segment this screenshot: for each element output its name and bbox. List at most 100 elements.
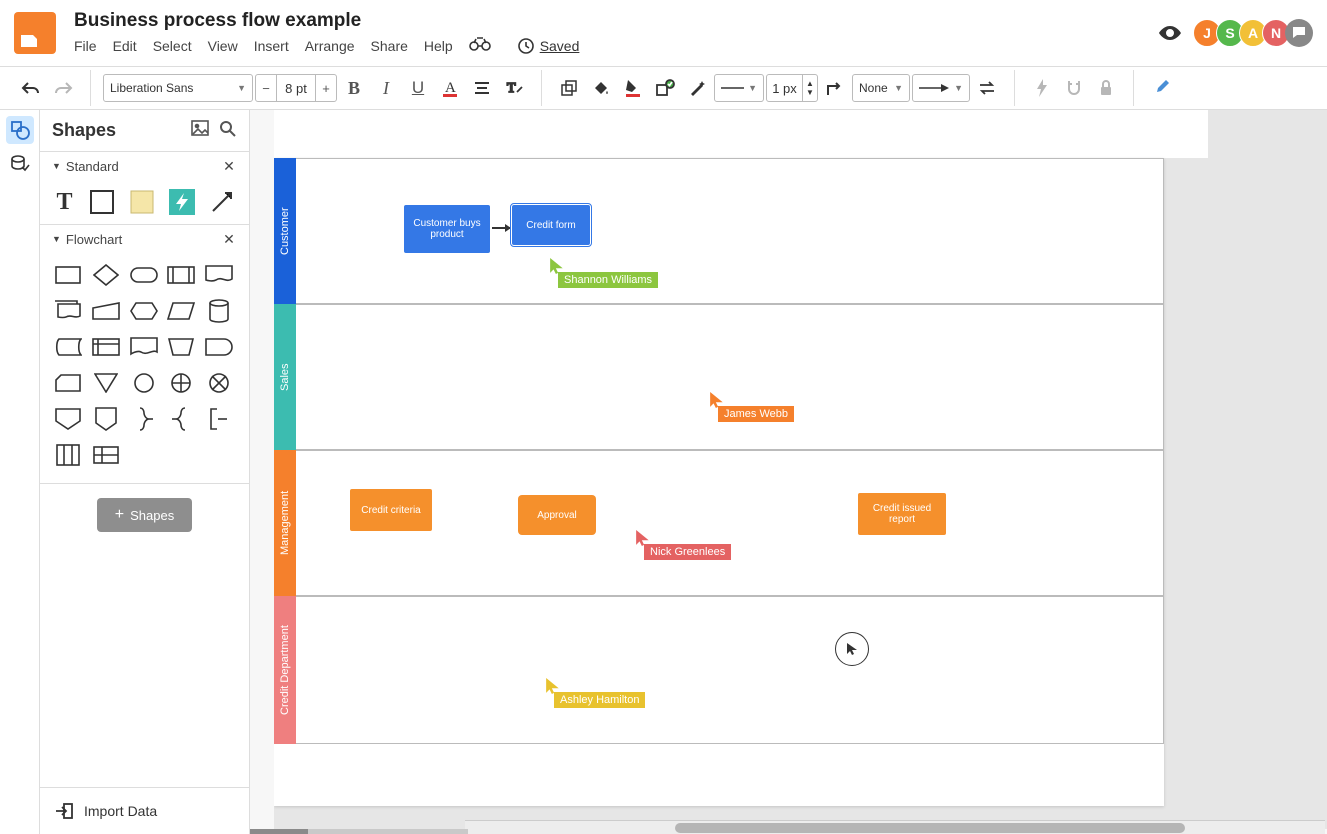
horizontal-scrollbar[interactable]: [465, 820, 1325, 834]
data-panel-tab[interactable]: [6, 150, 34, 178]
shape-terminator[interactable]: [130, 263, 158, 287]
comments-icon[interactable]: [1285, 19, 1313, 47]
apply-style-button[interactable]: [650, 73, 680, 103]
line-width-down[interactable]: ▼: [803, 88, 817, 97]
lock-button[interactable]: [1091, 73, 1121, 103]
shape-document[interactable]: [205, 263, 233, 287]
note-shape[interactable]: [129, 188, 155, 216]
menu-arrange[interactable]: Arrange: [305, 38, 355, 54]
line-width-up[interactable]: ▲: [803, 79, 817, 88]
undo-button[interactable]: [16, 73, 46, 103]
shape-database[interactable]: [205, 299, 233, 323]
shapes-panel-tab[interactable]: [6, 116, 34, 144]
bolt-button[interactable]: [1027, 73, 1057, 103]
highlight-button[interactable]: [618, 73, 648, 103]
menu-insert[interactable]: Insert: [254, 38, 289, 54]
magic-button[interactable]: [682, 73, 712, 103]
search-icon[interactable]: [219, 120, 237, 141]
document-title[interactable]: Business process flow example: [74, 10, 1156, 32]
swap-arrows-button[interactable]: [972, 73, 1002, 103]
arrow-end-select[interactable]: ▼: [912, 74, 970, 102]
page-tab-bar[interactable]: [308, 829, 468, 834]
save-status[interactable]: Saved: [517, 37, 580, 55]
shape-manual-op[interactable]: [167, 335, 195, 359]
add-shapes-button[interactable]: + Shapes: [97, 498, 192, 532]
shape-multidoc[interactable]: [54, 299, 82, 323]
font-size-decrease[interactable]: −: [256, 81, 276, 96]
connector-button[interactable]: [820, 73, 850, 103]
text-color-button[interactable]: A: [435, 73, 465, 103]
shape-predefined[interactable]: [167, 263, 195, 287]
shape-sum[interactable]: [205, 371, 233, 395]
align-button[interactable]: [467, 73, 497, 103]
text-shape[interactable]: T: [54, 188, 75, 216]
shape-connector[interactable]: [130, 371, 158, 395]
menu-edit[interactable]: Edit: [113, 38, 137, 54]
section-flowchart[interactable]: ▼Flowchart ✕: [40, 225, 249, 253]
redo-button[interactable]: [48, 73, 78, 103]
node-credit-criteria[interactable]: Credit criteria: [350, 489, 432, 531]
shape-extract[interactable]: [92, 371, 120, 395]
arrow-shape[interactable]: [209, 188, 235, 216]
import-data-button[interactable]: Import Data: [40, 787, 249, 834]
shape-stored[interactable]: [54, 335, 82, 359]
binoculars-icon[interactable]: [469, 35, 491, 56]
rect-shape[interactable]: [89, 188, 115, 216]
preview-icon[interactable]: [1156, 19, 1184, 47]
lane-customer[interactable]: Customer Customer buys product Credit fo…: [274, 158, 1164, 304]
bold-button[interactable]: B: [339, 73, 369, 103]
page[interactable]: Customer Customer buys product Credit fo…: [274, 158, 1164, 806]
lane-credit-dept[interactable]: Credit Department: [274, 596, 1164, 744]
node-approval[interactable]: Approval: [518, 495, 596, 535]
shape-data[interactable]: [167, 299, 195, 323]
lane-sales[interactable]: Sales: [274, 304, 1164, 450]
paint-bucket-button[interactable]: [586, 73, 616, 103]
shape-brace-l[interactable]: [167, 407, 195, 431]
fill-color-button[interactable]: [554, 73, 584, 103]
italic-button[interactable]: I: [371, 73, 401, 103]
shape-card[interactable]: [54, 371, 82, 395]
node-customer-buys[interactable]: Customer buys product: [404, 205, 490, 253]
shape-process[interactable]: [54, 263, 82, 287]
font-size-value[interactable]: 8 pt: [276, 75, 316, 101]
line-style-select[interactable]: ▼: [714, 74, 764, 102]
scrollbar-thumb[interactable]: [675, 823, 1185, 833]
shape-internal[interactable]: [92, 335, 120, 359]
section-standard[interactable]: ▼Standard ✕: [40, 152, 249, 180]
clear-format-button[interactable]: T: [499, 73, 529, 103]
close-icon[interactable]: ✕: [221, 158, 237, 174]
close-icon[interactable]: ✕: [221, 231, 237, 247]
menu-share[interactable]: Share: [371, 38, 408, 54]
shape-table[interactable]: [92, 443, 120, 467]
font-size-increase[interactable]: +: [316, 81, 336, 96]
app-logo[interactable]: [14, 12, 56, 54]
shape-or[interactable]: [167, 371, 195, 395]
font-family-select[interactable]: Liberation Sans▼: [103, 74, 253, 102]
arrow-1[interactable]: [492, 227, 510, 229]
shape-offpage[interactable]: [54, 407, 82, 431]
shape-seq[interactable]: [130, 335, 158, 359]
image-icon[interactable]: [191, 120, 209, 141]
shape-delay[interactable]: [205, 335, 233, 359]
menu-help[interactable]: Help: [424, 38, 453, 54]
shape-note[interactable]: [205, 407, 233, 431]
shape-brace-r[interactable]: [130, 407, 158, 431]
canvas-viewport[interactable]: Customer Customer buys product Credit fo…: [274, 110, 1327, 829]
menu-select[interactable]: Select: [153, 38, 192, 54]
line-width-value[interactable]: 1 px: [767, 75, 803, 101]
shape-manual-input[interactable]: [92, 299, 120, 323]
shape-decision[interactable]: [92, 263, 120, 287]
underline-button[interactable]: U: [403, 73, 433, 103]
settings-icon[interactable]: [1146, 73, 1176, 103]
shape-preparation[interactable]: [130, 299, 158, 323]
node-credit-issued[interactable]: Credit issued report: [858, 493, 946, 535]
lane-management[interactable]: Management Credit criteria Approval Cred…: [274, 450, 1164, 596]
menu-view[interactable]: View: [208, 38, 238, 54]
magnet-button[interactable]: [1059, 73, 1089, 103]
arrow-start-select[interactable]: None▼: [852, 74, 910, 102]
bolt-shape[interactable]: [169, 188, 195, 216]
node-credit-form[interactable]: Credit form: [512, 205, 590, 245]
shape-table3[interactable]: [54, 443, 82, 467]
menu-file[interactable]: File: [74, 38, 97, 54]
shape-offpage2[interactable]: [92, 407, 120, 431]
